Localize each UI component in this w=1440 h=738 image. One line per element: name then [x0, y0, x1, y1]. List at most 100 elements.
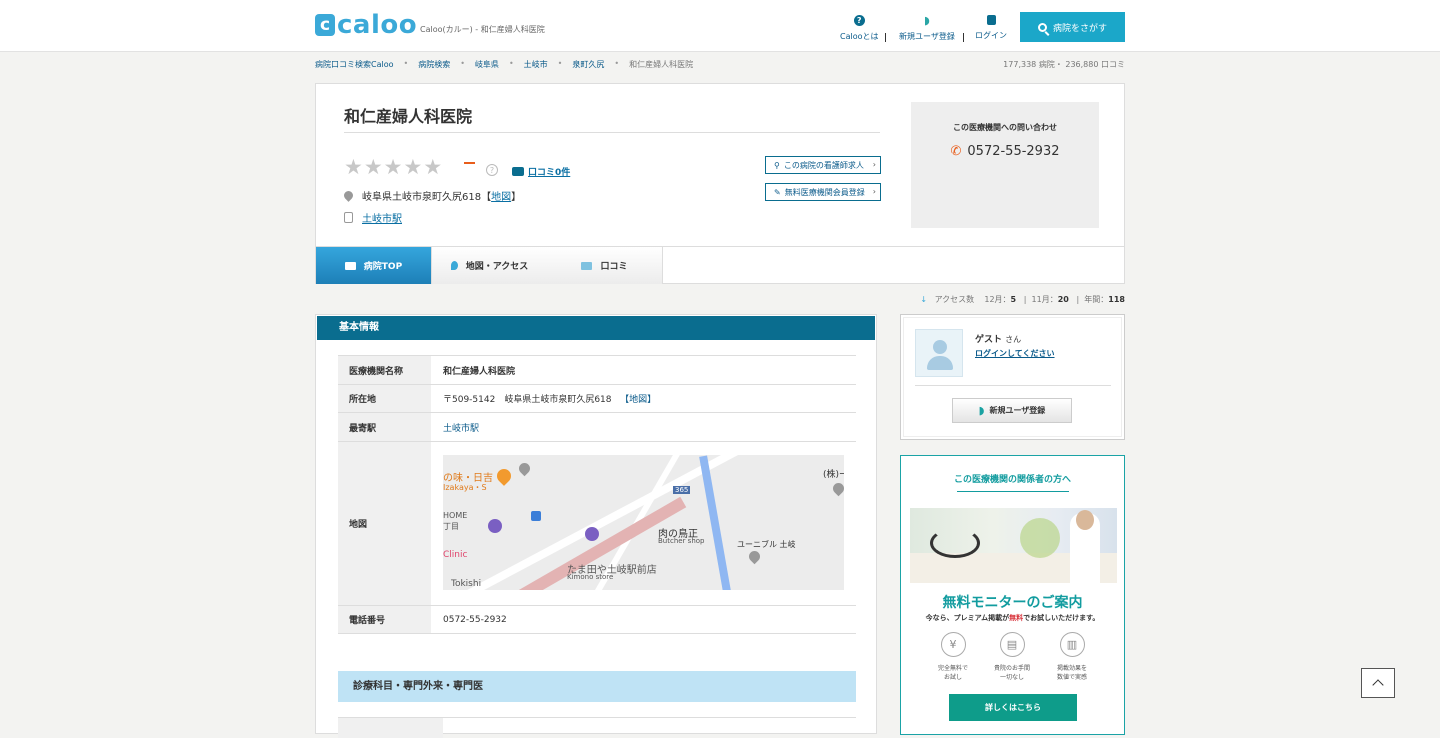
- promo-feature: ¥ 完全無料で お試し: [928, 632, 978, 682]
- caloo-logo[interactable]: c caloo: [315, 12, 417, 38]
- nav-register[interactable]: ◗ 新規ユーザ登録: [899, 15, 955, 42]
- review-count-unit: 口コミ: [1101, 60, 1125, 69]
- review-count-link[interactable]: 口コミ0件: [512, 165, 570, 178]
- table-row: 地図 の味・日吉 Izakaya・S HOME 丁目 Clinic 肉の鳥正 B…: [338, 441, 856, 606]
- lock-icon: [986, 15, 996, 25]
- station-link[interactable]: 土岐市駅: [443, 424, 479, 434]
- bracket-close: 】: [511, 192, 522, 203]
- feature-text: 貴院のお手間 一切なし: [987, 664, 1037, 682]
- logo-mark: c: [315, 14, 335, 36]
- basic-info-panel: 基本情報 医療機関名称 和仁産婦人科医院 所在地 〒509-5142 岐阜県土岐…: [315, 314, 877, 738]
- login-link[interactable]: ログインしてください: [975, 348, 1055, 359]
- phone-icon: ✆: [950, 144, 962, 159]
- promo-title: この医療機関の関係者の方へ: [953, 475, 1071, 485]
- divider: [915, 385, 1111, 386]
- promo-feature: ▤ 貴院のお手間 一切なし: [987, 632, 1037, 682]
- map-label: ユーニブル 土岐: [737, 540, 796, 549]
- member-register-button[interactable]: ✎ 無料医療機関会員登録 ›: [765, 183, 881, 201]
- guest-name-text: ゲスト: [975, 335, 1003, 345]
- tab-label: 病院TOP: [363, 262, 403, 272]
- feature-text: 掲載効果を 数値で実感: [1047, 664, 1097, 682]
- breadcrumb-item[interactable]: 泉町久尻: [572, 59, 604, 70]
- food-pin-icon: [494, 466, 514, 486]
- yen-icon: ¥: [940, 632, 966, 657]
- breadcrumb-separator: •: [557, 59, 563, 68]
- access-m12-label: 12月：: [984, 295, 1011, 304]
- address-text: 岐阜県土岐市泉町久尻618: [362, 192, 482, 203]
- star-icon: ★: [363, 155, 383, 179]
- doctor-photo: [910, 508, 1117, 583]
- breadcrumb-separator: •: [508, 59, 514, 68]
- nav-login[interactable]: ログイン: [975, 15, 1007, 41]
- breadcrumb-separator: •: [614, 59, 620, 68]
- map-label: Kimono store: [567, 573, 614, 581]
- map-road: [699, 455, 735, 590]
- address-map-link[interactable]: 地図: [491, 188, 511, 203]
- star-icon: ★: [423, 155, 443, 179]
- address-row: 岐阜県土岐市泉町久尻618 【地図】: [342, 188, 522, 203]
- nav-login-label: ログイン: [975, 31, 1007, 40]
- nurse-jobs-button[interactable]: ⚲ この病院の看護師求人 ›: [765, 156, 881, 174]
- plant-shape: [1020, 518, 1060, 558]
- help-icon[interactable]: ?: [486, 164, 498, 176]
- access-m12: 5: [1010, 295, 1017, 304]
- avatar: [915, 329, 963, 377]
- tab-hospital-top[interactable]: 病院TOP: [316, 247, 432, 284]
- arrow-down-icon: ↓: [920, 295, 928, 304]
- address-map-link[interactable]: 【地図】: [620, 395, 656, 405]
- pencil-icon: ✎: [774, 187, 781, 197]
- contact-phone[interactable]: ✆ 0572-55-2932: [911, 144, 1099, 159]
- row-value: 和仁産婦人科医院: [443, 366, 516, 377]
- breadcrumb-item[interactable]: 岐阜県: [475, 59, 499, 70]
- row-label: 医療機関名称: [338, 355, 431, 385]
- map-label: 丁目: [443, 522, 459, 531]
- breadcrumb-current: 和仁産婦人科医院: [629, 60, 694, 69]
- tab-reviews[interactable]: 口コミ: [547, 247, 663, 284]
- train-icon: [344, 212, 353, 223]
- search-icon: ⚲: [774, 160, 780, 170]
- table-header-cell: [338, 718, 443, 738]
- basic-info-table: 医療機関名称 和仁産婦人科医院 所在地 〒509-5142 岐阜県土岐市泉町久尻…: [338, 355, 856, 634]
- bus-stop-icon: [531, 511, 541, 521]
- parking-icon: [488, 519, 502, 533]
- search-hospital-button[interactable]: 病院をさがす: [1020, 12, 1125, 42]
- breadcrumb-item[interactable]: 病院検索: [418, 59, 450, 70]
- divider: [957, 491, 1069, 492]
- nav-about[interactable]: ? Calooとは: [840, 15, 879, 42]
- table-row: 所在地 〒509-5142 岐阜県土岐市泉町久尻618 【地図】: [338, 384, 856, 413]
- bracket-open: 【: [481, 192, 492, 203]
- embedded-map[interactable]: の味・日吉 Izakaya・S HOME 丁目 Clinic 肉の鳥正 Butc…: [443, 455, 844, 590]
- back-to-top-button[interactable]: [1361, 668, 1395, 698]
- breadcrumb-item[interactable]: 病院口コミ検索Caloo: [315, 59, 394, 70]
- map-pin-icon: [450, 261, 458, 270]
- feature-line: 掲載効果を: [1056, 665, 1087, 672]
- station-link[interactable]: 土岐市駅: [362, 210, 402, 225]
- place-pin-icon: [516, 460, 533, 477]
- nav-divider: [963, 33, 964, 42]
- promo-details-button[interactable]: 詳しくはこちら: [949, 694, 1077, 721]
- register-button[interactable]: ◗ 新規ユーザ登録: [952, 398, 1072, 423]
- member-register-label: 無料医療機関会員登録: [784, 187, 865, 197]
- feature-line: お試し: [943, 674, 962, 681]
- map-label: Tokishi: [451, 579, 482, 589]
- contact-title: この医療機関への問い合わせ: [953, 123, 1057, 132]
- table-row: 医療機関名称 和仁産婦人科医院: [338, 355, 856, 385]
- breadcrumb-separator: •: [460, 59, 465, 68]
- breadcrumb-separator: •: [403, 59, 409, 68]
- map-label: Clinic: [443, 550, 468, 560]
- promo-sub-free: 無料: [1009, 614, 1024, 622]
- review-count-label: 口コミ0件: [528, 168, 571, 178]
- tab-map-access[interactable]: 地図・アクセス: [432, 247, 548, 284]
- document-icon: ▤: [999, 632, 1025, 657]
- hospital-count: 177,338: [1003, 60, 1037, 69]
- table-row: 電話番号 0572-55-2932: [338, 605, 856, 634]
- row-label: 最寄駅: [338, 412, 431, 442]
- contact-phone-number: 0572-55-2932: [967, 144, 1060, 159]
- nurse-jobs-label: この病院の看護師求人: [783, 160, 864, 170]
- breadcrumb-item[interactable]: 土岐市: [524, 59, 548, 70]
- station-row: 土岐市駅: [344, 210, 402, 225]
- chart-icon: ▥: [1059, 632, 1085, 657]
- promo-subtext: 今なら、プレミアム掲載が無料でお試しいただけます。: [901, 613, 1124, 623]
- map-label: (株)ー: [823, 470, 844, 480]
- nav-register-label: 新規ユーザ登録: [899, 32, 955, 41]
